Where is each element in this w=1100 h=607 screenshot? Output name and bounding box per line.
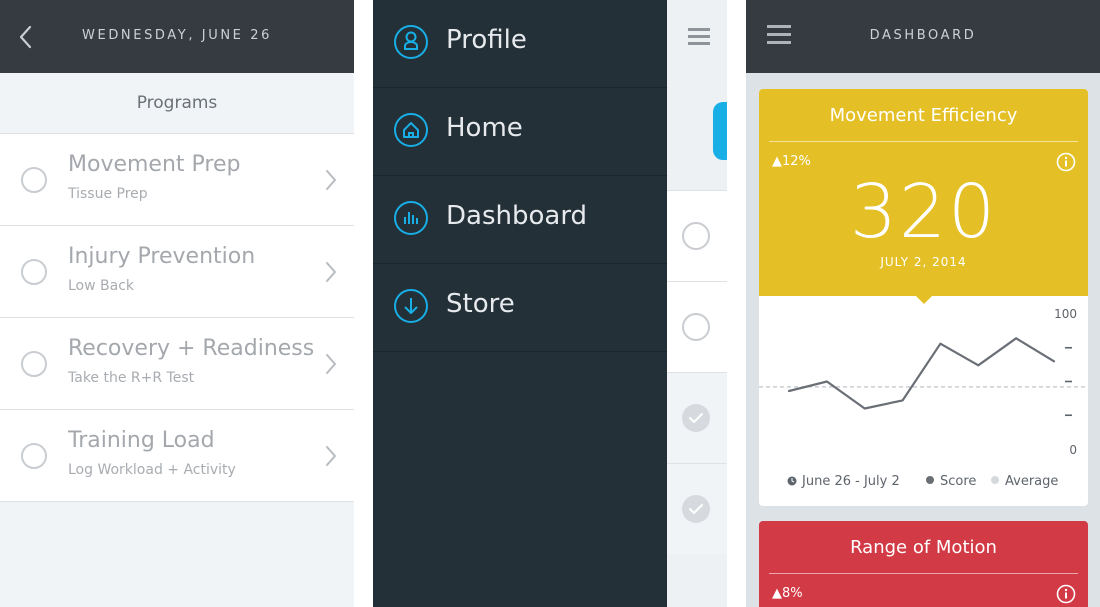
program-subtitle: Log Workload + Activity: [68, 462, 236, 478]
program-row-movement-prep[interactable]: Movement Prep Tissue Prep: [0, 134, 354, 226]
menu-item-label: Home: [446, 113, 523, 143]
home-icon: [394, 113, 428, 147]
chevron-right-icon: [326, 354, 336, 374]
program-subtitle: Tissue Prep: [68, 186, 148, 202]
movement-efficiency-card[interactable]: Movement Efficiency ▲12% 320 JULY 2, 201…: [759, 89, 1088, 506]
legend-score-text: Score: [940, 474, 977, 489]
program-row-injury-prevention[interactable]: Injury Prevention Low Back: [0, 226, 354, 318]
checkmark-circle-icon[interactable]: [682, 404, 710, 432]
program-title: Injury Prevention: [68, 244, 256, 269]
checkbox-circle-icon[interactable]: [21, 443, 47, 469]
program-subtitle: Low Back: [68, 278, 135, 294]
legend-range-text: June 26 - July 2: [802, 474, 900, 489]
programs-section-header: Programs: [0, 73, 354, 134]
legend-average-text: Average: [1005, 474, 1059, 489]
program-row-training-load[interactable]: Training Load Log Workload + Activity: [0, 410, 354, 502]
menu-item-profile[interactable]: Profile: [373, 0, 667, 88]
dashboard-icon: [394, 201, 428, 235]
legend-date-range: June 26 - July 2: [787, 474, 900, 489]
list-item[interactable]: [667, 190, 727, 281]
card-title: Movement Efficiency: [829, 105, 1018, 126]
range-of-motion-card[interactable]: Range of Motion ▲8%: [759, 521, 1088, 607]
chevron-right-icon: [326, 170, 336, 190]
checkbox-circle-icon[interactable]: [21, 167, 47, 193]
programs-header: WEDNESDAY, JUNE 26: [0, 0, 354, 73]
average-dot-icon: [991, 476, 999, 484]
chart-legend: June 26 - July 2 Score Average: [759, 474, 1088, 490]
checkbox-circle-icon[interactable]: [21, 351, 47, 377]
menu-item-label: Store: [446, 289, 515, 319]
date-title: WEDNESDAY, JUNE 26: [82, 28, 272, 43]
checkmark-circle-icon[interactable]: [682, 495, 710, 523]
program-subtitle: Take the R+R Test: [68, 370, 195, 386]
clock-icon: [787, 476, 797, 486]
checkbox-circle-icon[interactable]: [682, 313, 710, 341]
menu-item-home[interactable]: Home: [373, 88, 667, 176]
score-date: JULY 2, 2014: [880, 255, 967, 269]
y-tick-label-max: 100: [1054, 307, 1077, 321]
list-item[interactable]: [667, 372, 727, 463]
dashboard-screen: DASHBOARD Movement Efficiency ▲12% 320 J…: [746, 0, 1100, 607]
score-value: 320: [849, 169, 998, 255]
change-percent: ▲12%: [772, 154, 811, 169]
info-icon[interactable]: [1056, 584, 1076, 604]
change-percent: ▲8%: [772, 586, 803, 601]
program-title: Training Load: [68, 428, 215, 453]
hamburger-menu-icon[interactable]: [688, 28, 710, 46]
checkbox-circle-icon[interactable]: [21, 259, 47, 285]
card-title: Range of Motion: [850, 537, 997, 558]
program-title: Recovery + Readiness: [68, 336, 315, 361]
program-title: Movement Prep: [68, 152, 241, 177]
list-item[interactable]: [667, 463, 727, 554]
checkbox-circle-icon[interactable]: [682, 222, 710, 250]
score-line-chart: 100 0: [759, 307, 1088, 457]
programs-section-title: Programs: [136, 93, 218, 113]
chevron-right-icon: [326, 262, 336, 282]
download-icon: [394, 289, 428, 323]
legend-average: Average: [991, 474, 1058, 489]
y-tick-label-min: 0: [1069, 443, 1077, 457]
dashboard-header: DASHBOARD: [746, 0, 1100, 73]
card-notch: [916, 296, 932, 304]
legend-score: Score: [926, 474, 976, 489]
list-item[interactable]: [667, 281, 727, 372]
chevron-right-icon: [326, 446, 336, 466]
accent-pill: [713, 102, 727, 160]
score-dot-icon: [926, 476, 934, 484]
menu-screen: Profile Home Dashboard Store: [373, 0, 727, 607]
underlying-screen-peek[interactable]: [667, 0, 727, 607]
score-series-line: [787, 337, 1056, 410]
menu-item-dashboard[interactable]: Dashboard: [373, 176, 667, 264]
divider: [769, 141, 1078, 142]
card-header: Movement Efficiency ▲12% 320 JULY 2, 201…: [759, 89, 1088, 296]
program-row-recovery-readiness[interactable]: Recovery + Readiness Take the R+R Test: [0, 318, 354, 410]
programs-screen: WEDNESDAY, JUNE 26 Programs Movement Pre…: [0, 0, 354, 607]
menu-item-store[interactable]: Store: [373, 264, 667, 352]
menu-item-label: Dashboard: [446, 201, 588, 231]
divider: [769, 573, 1078, 574]
profile-icon: [394, 25, 428, 59]
dashboard-title: DASHBOARD: [869, 28, 977, 43]
menu-item-label: Profile: [446, 25, 527, 55]
